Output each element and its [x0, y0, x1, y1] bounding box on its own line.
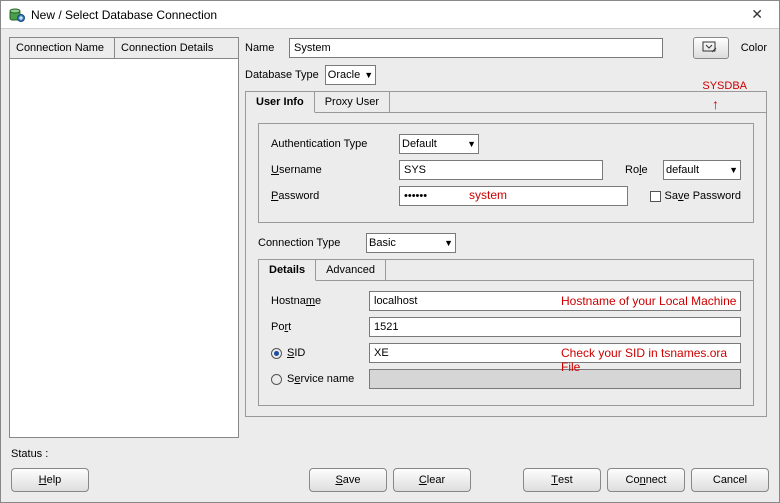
- detail-tabs: Details Advanced Hostname Hostname of yo…: [258, 259, 754, 406]
- tab-proxy-user[interactable]: Proxy User: [315, 92, 390, 112]
- connect-button[interactable]: Connect: [607, 468, 685, 492]
- service-radio-label: Service name: [271, 373, 361, 385]
- conn-type-label: Connection Type: [258, 237, 360, 249]
- sid-radio-label: SID: [271, 347, 361, 359]
- role-label: Role: [625, 164, 655, 176]
- name-input[interactable]: [289, 38, 663, 58]
- dialog-window: New / Select Database Connection ✕ Conne…: [0, 0, 780, 503]
- chevron-down-icon: ▼: [729, 165, 738, 175]
- password-input[interactable]: [399, 186, 628, 206]
- cancel-button[interactable]: Cancel: [691, 468, 769, 492]
- hostname-label: Hostname: [271, 295, 361, 307]
- annotation-sysdba: SYSDBA: [702, 80, 747, 92]
- auth-type-select[interactable]: Default▼: [399, 134, 479, 154]
- service-name-input[interactable]: [369, 369, 741, 389]
- clear-button[interactable]: Clear: [393, 468, 471, 492]
- conn-type-select[interactable]: Basic▼: [366, 233, 456, 253]
- save-password-checkbox[interactable]: [650, 191, 661, 202]
- save-password-label: Save Password: [665, 190, 741, 202]
- hostname-input[interactable]: [369, 291, 741, 311]
- footer: Help Save Clear Test Connect Cancel: [1, 462, 779, 502]
- col-connection-name: Connection Name: [10, 38, 115, 59]
- close-icon[interactable]: ✕: [743, 6, 771, 23]
- left-panel: Connection Name Connection Details: [9, 37, 239, 438]
- sid-input[interactable]: [369, 343, 741, 363]
- database-icon: [9, 7, 25, 23]
- password-label: Password: [271, 190, 391, 202]
- save-button[interactable]: Save: [309, 468, 387, 492]
- connection-list[interactable]: Connection Name Connection Details: [9, 37, 239, 438]
- arrow-up-icon: ↑: [712, 96, 719, 112]
- chevron-down-icon: ▼: [467, 139, 476, 149]
- col-connection-details: Connection Details: [115, 38, 238, 59]
- titlebar: New / Select Database Connection ✕: [1, 1, 779, 29]
- test-button[interactable]: Test: [523, 468, 601, 492]
- color-label: Color: [741, 42, 767, 54]
- sid-radio[interactable]: [271, 348, 282, 359]
- tab-advanced[interactable]: Advanced: [316, 260, 386, 280]
- auth-type-label: Authentication Type: [271, 138, 391, 150]
- chevron-down-icon: ▼: [444, 238, 453, 248]
- name-label: Name: [245, 42, 283, 54]
- db-type-select[interactable]: Oracle▼: [325, 65, 376, 85]
- status-label: Status :: [1, 446, 779, 462]
- tab-details[interactable]: Details: [259, 260, 316, 281]
- port-label: Port: [271, 321, 361, 333]
- db-type-label: Database Type: [245, 69, 319, 81]
- service-name-radio[interactable]: [271, 374, 282, 385]
- username-input[interactable]: [399, 160, 603, 180]
- auth-group: SYSDBA ↑ Authentication Type Default▼ Us…: [258, 123, 754, 223]
- right-panel: Name Color Database Type Oracle▼ User In…: [245, 37, 771, 438]
- color-button[interactable]: [693, 37, 729, 59]
- chevron-down-icon: ▼: [364, 70, 373, 80]
- user-tabs: User Info Proxy User SYSDBA ↑ Authentica…: [245, 91, 767, 417]
- tab-user-info[interactable]: User Info: [246, 92, 315, 113]
- help-button[interactable]: Help: [11, 468, 89, 492]
- role-select[interactable]: default▼: [663, 160, 741, 180]
- port-input[interactable]: [369, 317, 741, 337]
- username-label: Username: [271, 164, 391, 176]
- window-title: New / Select Database Connection: [31, 8, 217, 22]
